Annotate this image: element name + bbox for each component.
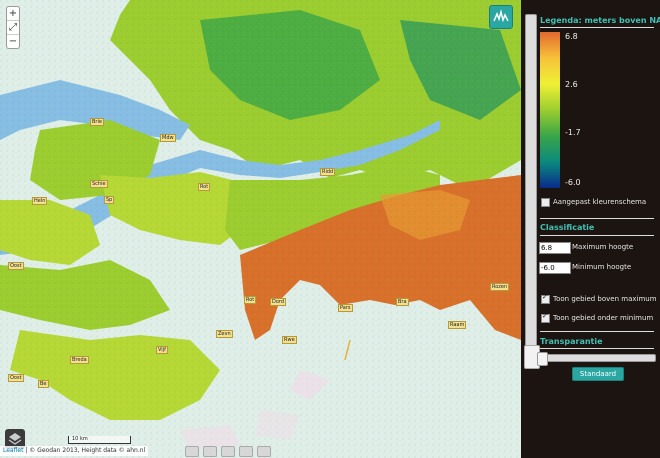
elevation-map[interactable]: Brie Mdw Schie Rot Heln Sp Ridd Oost Roz… [0,0,521,458]
place-label: Rozen [490,283,510,291]
transparency-title: Transparantie [540,337,603,346]
show-below-checkbox[interactable] [541,312,550,323]
zoom-control: + ⤢ − [6,6,20,49]
max-height-input[interactable]: 6.8 [539,242,571,254]
divider [540,331,654,332]
map-tool-button[interactable] [239,446,253,457]
map-tool-button[interactable] [221,446,235,457]
show-below-label: Toon gebied onder minimum [553,314,654,322]
legend-title: Legenda: meters boven NAP [540,16,660,25]
place-label: Schie [90,180,108,188]
place-label: Vijf [156,346,168,354]
reset-default-button[interactable]: Standaard [572,367,624,381]
max-height-label: Maximum hoogte [572,243,634,251]
divider [540,348,654,349]
custom-scheme-label: Aangepast kleurenschema [553,198,647,206]
elevation-icon [493,9,509,23]
custom-scheme-checkbox[interactable] [541,198,550,207]
classification-title: Classificatie [540,223,595,232]
place-label: Heln [32,197,48,205]
legend-tick: 2.6 [565,80,578,89]
place-label: Sp [104,196,115,204]
zoom-out-button[interactable]: − [7,35,19,48]
legend-gradient [540,32,560,188]
legend-tick-max: 6.8 [565,32,578,41]
attribution-text: | © Geodan 2013, Height data © ahn.nl [23,447,146,454]
map-tiles [0,0,521,458]
attribution: Leaflet | © Geodan 2013, Height data © a… [0,446,149,456]
divider [540,218,654,219]
transparency-slider[interactable] [537,352,656,366]
min-height-input[interactable]: -6.0 [539,262,571,274]
map-tool-button[interactable] [185,446,199,457]
place-label: Mdw [160,134,176,142]
map-tool-button[interactable] [203,446,217,457]
place-label: Oost [8,262,24,270]
place-label: Oost [8,374,24,382]
place-label: Be [38,380,49,388]
place-label: Rwe [282,336,297,344]
legend-tick-min: -6.0 [565,178,581,187]
min-height-label: Minimum hoogte [572,263,632,271]
show-above-checkbox[interactable] [541,293,550,304]
show-above-label: Toon gebied boven maximum [553,295,657,303]
fullscreen-icon[interactable]: ⤢ [7,21,19,35]
legend-tick: -1.7 [565,128,581,137]
place-label: Bra [396,298,409,306]
control-panel: Legenda: meters boven NAP 6.8 2.6 -1.7 -… [521,0,660,458]
opacity-vertical-slider[interactable] [524,14,540,369]
divider [540,235,654,236]
zoom-in-button[interactable]: + [7,7,19,21]
attribution-leaflet-link[interactable]: Leaflet [3,447,23,454]
elevation-profile-button[interactable] [489,5,513,29]
place-label: Zevn [216,330,233,338]
map-tool-button[interactable] [257,446,271,457]
transparency-slider-handle[interactable] [537,352,548,366]
place-label: Dord [270,298,287,306]
place-label: Rot [244,296,257,304]
place-label: Brie [90,118,104,126]
divider [540,27,654,28]
bottom-map-buttons [185,446,271,457]
place-label: Pars [338,304,353,312]
place-label: Raam [448,321,467,329]
place-label: Ridd [320,168,336,176]
place-label: Breda [70,356,89,364]
scale-bar: 10 km [68,436,131,444]
place-label: Rot [198,183,211,191]
